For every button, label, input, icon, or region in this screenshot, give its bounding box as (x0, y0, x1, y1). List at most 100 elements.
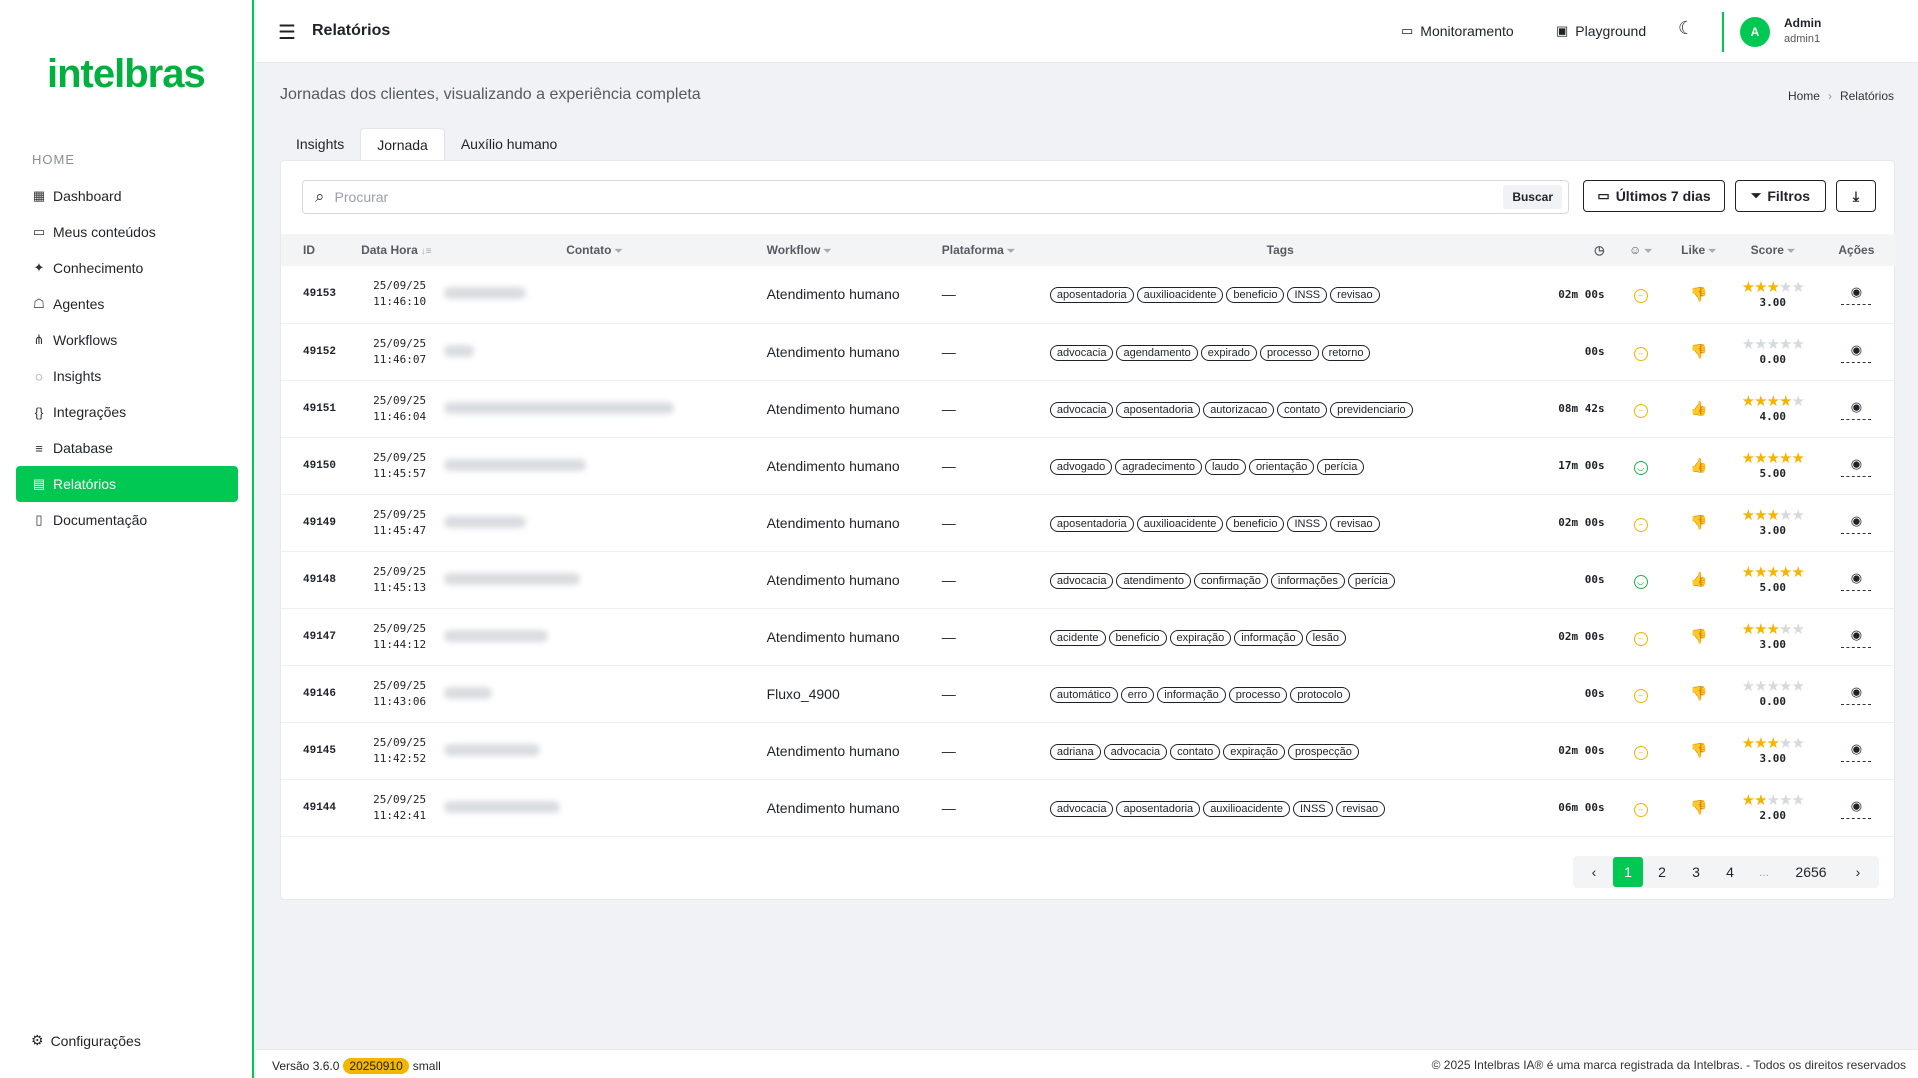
search-input[interactable] (334, 189, 1504, 205)
score-value: 5.00 (1759, 581, 1787, 594)
page-button-2[interactable]: 2 (1647, 857, 1677, 887)
star-icon: ★ (1741, 621, 1755, 638)
search-button[interactable]: Buscar (1503, 185, 1562, 209)
sidebar-item-insights[interactable]: ◌ Insights (16, 358, 238, 394)
row-actions: ◉ (1817, 494, 1896, 551)
sidebar-item-database[interactable]: ≡ Database (16, 430, 238, 466)
row-sentiment: – (1613, 380, 1669, 437)
table-row[interactable]: 49153 25/09/25 11:46:10 Atendimento humano —… (281, 266, 1896, 323)
row-contact (441, 665, 766, 722)
page-button-4[interactable]: 4 (1715, 857, 1745, 887)
neutral-face-icon: – (1633, 688, 1648, 703)
view-eye-icon[interactable]: ◉ (1841, 570, 1872, 591)
star-icon: ★ (1741, 564, 1755, 581)
page-button-last[interactable]: 2656 (1783, 857, 1839, 887)
sidebar-item-workflows[interactable]: ⋔ Workflows (16, 322, 238, 358)
tag-chip: advogado (1049, 458, 1113, 475)
table-row[interactable]: 49149 25/09/25 11:45:47 Atendimento humano —… (281, 494, 1896, 551)
next-page-button[interactable]: › (1843, 857, 1873, 887)
prev-page-button[interactable]: ‹ (1579, 857, 1609, 887)
table-row[interactable]: 49144 25/09/25 11:42:41 Atendimento humano —… (281, 779, 1896, 836)
view-eye-icon[interactable]: ◉ (1841, 342, 1872, 363)
view-eye-icon[interactable]: ◉ (1841, 741, 1872, 762)
star-icon: ★ (1778, 678, 1792, 695)
star-icon: ★ (1766, 450, 1780, 467)
table-row[interactable]: 49151 25/09/25 11:46:04 Atendimento humano —… (281, 380, 1896, 437)
tag-chip: expiração (1169, 629, 1232, 646)
tab-jornada[interactable]: Jornada (360, 128, 445, 160)
table-row[interactable]: 49147 25/09/25 11:44:12 Atendimento humano —… (281, 608, 1896, 665)
table-row[interactable]: 49148 25/09/25 11:45:13 Atendimento humano —… (281, 551, 1896, 608)
download-button[interactable]: ⤓ (1836, 180, 1876, 212)
moon-icon[interactable]: ☾ (1678, 18, 1694, 39)
table-row[interactable]: 49152 25/09/25 11:46:07 Atendimento humano —… (281, 323, 1896, 380)
avatar[interactable]: A (1740, 17, 1770, 47)
page-button-1[interactable]: 1 (1613, 857, 1643, 887)
tag-chip: beneficio (1226, 287, 1285, 304)
settings-link[interactable]: ⚙ Configurações (31, 1032, 141, 1049)
star-rating: ★★★★★ (1729, 394, 1817, 410)
playground-icon: ▣ (1556, 23, 1569, 38)
row-contact (441, 266, 766, 323)
filter-icon[interactable]: ⏷ (823, 246, 831, 257)
filters-button[interactable]: ⏷ Filtros (1735, 180, 1826, 212)
view-eye-icon[interactable]: ◉ (1841, 798, 1872, 819)
row-datetime: 25/09/25 11:42:52 (373, 735, 427, 765)
view-eye-icon[interactable]: ◉ (1841, 684, 1872, 705)
col-platform[interactable]: Plataforma ⏷ (942, 234, 1050, 266)
playground-link[interactable]: ▣ Playground (1556, 23, 1646, 39)
view-eye-icon[interactable]: ◉ (1841, 627, 1872, 648)
col-workflow[interactable]: Workflow ⏷ (767, 234, 942, 266)
tab-auxilio-humano[interactable]: Auxílio humano (445, 128, 574, 160)
filter-icon[interactable]: ⏷ (1007, 246, 1015, 257)
topbar: ☰ Relatórios ▭ Monitoramento ▣ Playground … (256, 0, 1918, 63)
breadcrumb-home[interactable]: Home (1788, 89, 1820, 103)
view-eye-icon[interactable]: ◉ (1841, 284, 1872, 306)
row-id: 49149 (303, 516, 337, 529)
happy-face-icon: ◡ (1633, 460, 1648, 475)
tab-insights[interactable]: Insights (280, 128, 360, 160)
col-sentiment[interactable]: ☺ ⏷ (1613, 234, 1669, 266)
sort-icon[interactable]: ↓≡ (421, 246, 432, 257)
sidebar-item-dashboard[interactable]: ▦ Dashboard (16, 178, 238, 214)
date-range-button[interactable]: ▭ Últimos 7 dias (1583, 180, 1725, 212)
sidebar-item-relatorios[interactable]: ▤ Relatórios (16, 466, 238, 502)
sidebar-item-conhecimento[interactable]: ✦ Conhecimento (16, 250, 238, 286)
row-sentiment: – (1613, 665, 1669, 722)
col-contact[interactable]: Contato ⏷ (441, 234, 766, 266)
tag-chip: revisao (1330, 287, 1380, 304)
col-datetime[interactable]: Data Hora ↓≡ (361, 234, 441, 266)
tag-chip: beneficio (1108, 629, 1167, 646)
page-button-3[interactable]: 3 (1681, 857, 1711, 887)
row-sentiment: – (1613, 323, 1669, 380)
row-platform: — (941, 799, 956, 816)
sidebar-item-documentacao[interactable]: ▯ Documentação (16, 502, 238, 538)
sidebar-item-integracoes[interactable]: {} Integrações (16, 394, 238, 430)
view-eye-icon[interactable]: ◉ (1841, 456, 1872, 477)
table-row[interactable]: 49150 25/09/25 11:45:57 Atendimento humano —… (281, 437, 1896, 494)
star-icon: ★ (1778, 735, 1792, 752)
col-like[interactable]: Like ⏷ (1669, 234, 1729, 266)
filter-icon[interactable]: ⏷ (1787, 246, 1795, 257)
view-eye-icon[interactable]: ◉ (1841, 399, 1872, 420)
star-icon: ★ (1754, 507, 1767, 524)
view-eye-icon[interactable]: ◉ (1841, 513, 1872, 534)
star-icon: ★ (1741, 393, 1755, 410)
menu-icon[interactable]: ☰ (278, 20, 296, 45)
intelbras-logo[interactable]: intelbras (47, 52, 206, 97)
filter-icon[interactable]: ⏷ (615, 246, 623, 257)
sidebar-item-agentes[interactable]: ☖ Agentes (16, 286, 238, 322)
monitoring-link[interactable]: ▭ Monitoramento (1401, 23, 1514, 39)
tag-chip: informação (1157, 686, 1226, 703)
table-row[interactable]: 49146 25/09/25 11:43:06 Fluxo_4900 — automáti… (281, 665, 1896, 722)
row-platform: — (941, 685, 956, 702)
row-platform: — (941, 742, 956, 759)
sidebar-item-meus-conteudos[interactable]: ▭ Meus conteúdos (16, 214, 238, 250)
filter-icon[interactable]: ⏷ (1708, 246, 1716, 257)
filter-icon[interactable]: ⏷ (1644, 246, 1652, 257)
row-datetime: 25/09/25 11:44:12 (373, 621, 427, 651)
tag-chip: aposentadoria (1116, 800, 1201, 817)
col-score[interactable]: Score ⏷ (1729, 234, 1817, 266)
thumbs-down-icon: 👎 (1689, 285, 1708, 302)
table-row[interactable]: 49145 25/09/25 11:42:52 Atendimento humano —… (281, 722, 1896, 779)
